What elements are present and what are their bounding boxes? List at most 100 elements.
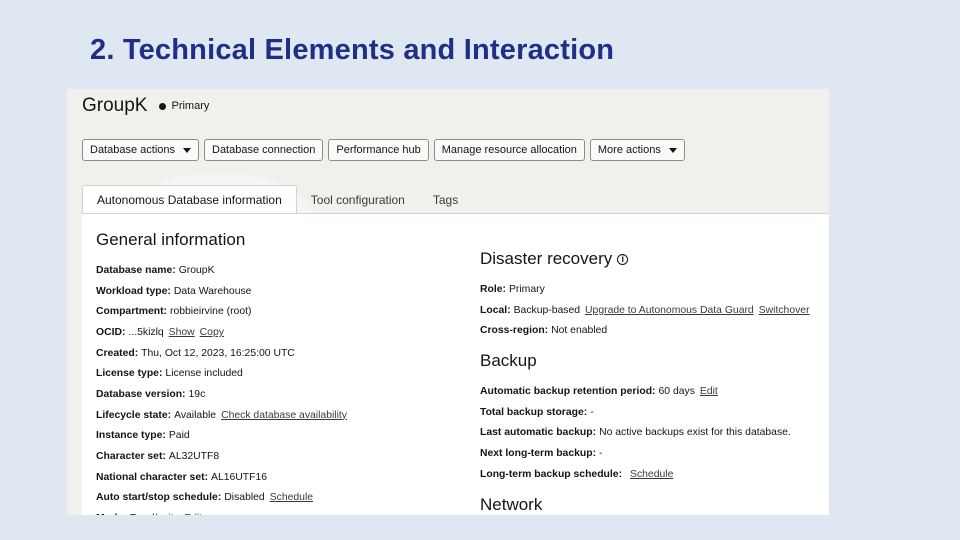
info-link[interactable]: Schedule [630, 469, 673, 480]
tab-tool-configuration[interactable]: Tool configuration [297, 186, 419, 214]
info-link[interactable]: Switchover [759, 305, 810, 316]
disaster-recovery-label: Disaster recovery [480, 249, 613, 268]
info-label: OCID: [96, 326, 126, 338]
info-value: Read/write [130, 513, 180, 515]
info-row: Instance type: Paid [96, 426, 347, 447]
db-header: GroupK Primary [82, 95, 209, 117]
info-label: Lifecycle state: [96, 409, 172, 421]
info-label: Role: [480, 283, 506, 295]
console-screenshot: GroupK Primary Database actions Database… [67, 89, 829, 515]
info-row: Local: Backup-based Upgrade to Autonomous … [480, 300, 810, 321]
info-label: Compartment: [96, 306, 168, 318]
info-link[interactable]: Copy [200, 327, 224, 338]
info-label: Workload type: [96, 285, 171, 297]
tab-tags[interactable]: Tags [419, 186, 472, 214]
status-badge: Primary [159, 100, 209, 112]
info-label: Database name: [96, 264, 176, 276]
slide-title: 2. Technical Elements and Interaction [90, 34, 615, 66]
chevron-down-icon [668, 147, 677, 153]
info-value: - [599, 447, 603, 459]
more-actions-button[interactable]: More actions [589, 139, 685, 161]
manage-resource-allocation-button[interactable]: Manage resource allocation [433, 139, 585, 161]
database-actions-label: Database actions [90, 144, 175, 156]
info-label: Total backup storage: [480, 406, 588, 418]
info-value: AL32UTF8 [168, 451, 220, 463]
info-icon[interactable]: i [617, 253, 629, 265]
chevron-down-icon [183, 147, 191, 153]
info-value: Not enabled [551, 325, 608, 337]
info-value: Primary [508, 283, 545, 295]
info-row: Mode:Read/write Edit [96, 508, 347, 515]
tab-autonomous-database-information[interactable]: Autonomous Database information [82, 185, 297, 214]
database-actions-button[interactable]: Database actions [82, 139, 199, 161]
info-link[interactable]: Edit [700, 386, 718, 397]
info-value: License included [165, 368, 243, 380]
info-value: Available [174, 409, 217, 421]
info-row: Last automatic backup: No active backups … [480, 422, 810, 443]
info-row: Created: Thu, Oct 12, 2023, 16:25:00 UTC [96, 343, 347, 364]
info-value: 60 days [658, 385, 695, 397]
info-row: Next long-term backup: - [480, 443, 810, 464]
info-link[interactable]: Show [169, 327, 195, 338]
info-row: Lifecycle state: Available Check database … [96, 405, 347, 426]
info-label: Next long-term backup: [480, 447, 597, 459]
info-value: AL16UTF16 [211, 471, 268, 483]
network-title: Network [480, 494, 543, 514]
info-row: Role: Primary [480, 279, 810, 300]
info-row: Automatic backup retention period: 60 day… [480, 381, 810, 402]
info-value: No active backups exist for this databas… [599, 427, 791, 439]
info-label: Auto start/stop schedule: [96, 492, 222, 504]
info-row: National character set: AL16UTF16 [96, 467, 347, 488]
general-information-title: General information [96, 230, 246, 249]
db-name: GroupK [82, 95, 148, 116]
info-value: Data Warehouse [173, 285, 252, 297]
info-row: Cross-region: Not enabled [480, 320, 810, 341]
info-value: ...5kizlq [128, 326, 164, 338]
info-row: Long-term backup schedule: Schedule [480, 464, 810, 485]
info-link[interactable]: Schedule [270, 492, 313, 503]
status-dot-icon [159, 102, 167, 110]
info-label: Mode: [96, 513, 127, 515]
info-row: Total backup storage: - [480, 402, 810, 423]
info-label: License type: [96, 368, 163, 380]
info-value: 19c [188, 388, 206, 400]
action-bar: Database actions Database connection Per… [82, 139, 690, 161]
info-value: Disabled [224, 492, 265, 504]
info-label: Automatic backup retention period: [480, 385, 656, 397]
info-label: National character set: [96, 471, 209, 483]
backup-title: Backup [480, 351, 537, 371]
info-label: Local: [480, 304, 511, 316]
info-label: Database version: [96, 388, 186, 400]
info-label: Character set: [96, 451, 166, 463]
right-column: Disaster recovery i Role: Primary Local: Ba… [480, 247, 810, 515]
info-row: Compartment: robbieirvine (root) [96, 301, 347, 322]
info-value: robbieirvine (root) [170, 306, 252, 318]
info-row: OCID: ...5kizlq Show Copy [96, 322, 347, 343]
performance-hub-button[interactable]: Performance hub [328, 139, 429, 161]
info-label: Last automatic backup: [480, 427, 597, 439]
info-value: GroupK [178, 264, 215, 276]
info-label: Long-term backup schedule: [480, 468, 623, 480]
general-information-section: General information Database name: GroupK… [96, 228, 347, 515]
info-row: Database version: 19c [96, 384, 347, 405]
info-value: Thu, Oct 12, 2023, 16:25:00 UTC [141, 347, 295, 359]
tab-bar: Autonomous Database information Tool con… [82, 185, 472, 214]
info-panel: General information Database name: GroupK… [82, 213, 829, 515]
info-label: Cross-region: [480, 325, 549, 337]
info-row: Database name: GroupK [96, 260, 347, 281]
info-value: - [590, 406, 594, 418]
info-row: Character set: AL32UTF8 [96, 446, 347, 467]
info-label: Created: [96, 347, 139, 359]
info-row: License type: License included [96, 363, 347, 384]
info-link[interactable]: Check database availability [221, 410, 347, 421]
info-row: Workload type: Data Warehouse [96, 281, 347, 302]
disaster-recovery-title: Disaster recovery i [480, 247, 810, 271]
info-link[interactable]: Edit [184, 513, 202, 515]
info-link[interactable]: Upgrade to Autonomous Data Guard [585, 305, 754, 316]
info-label: Instance type: [96, 430, 166, 442]
info-value: Paid [168, 430, 190, 442]
more-actions-label: More actions [597, 144, 661, 156]
info-row: Auto start/stop schedule: Disabled Schedul… [96, 488, 347, 509]
database-connection-button[interactable]: Database connection [204, 139, 324, 161]
status-label: Primary [171, 100, 210, 112]
